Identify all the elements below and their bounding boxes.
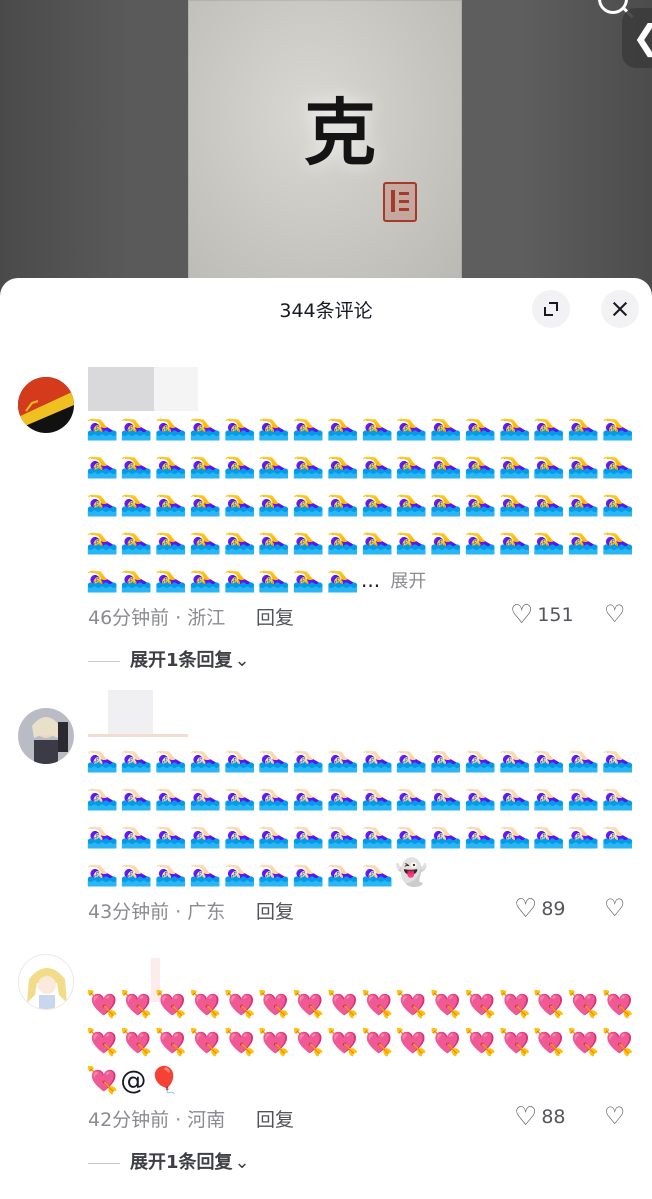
calligraphy-character: 克 [303,90,376,175]
reply-button[interactable]: 回复 [256,603,294,630]
expand-replies-label: 展开1条回复 [130,1152,233,1173]
heart-icon: ♡ [514,1102,538,1132]
comment-text-line: 🏊🏻‍♀️🏊🏻‍♀️🏊🏻‍♀️🏊🏻‍♀️🏊🏻‍♀️🏊🏻‍♀️🏊🏻‍♀️🏊🏻‍♀️… [86,858,430,888]
expand-replies-button[interactable]: 展开1条回复 ⌄ [88,646,250,672]
like-count: 88 [541,1106,566,1128]
like-count: 151 [537,604,574,626]
comment-text-line: 🏊🏻‍♀️🏊🏻‍♀️🏊🏻‍♀️🏊🏻‍♀️🏊🏻‍♀️🏊🏻‍♀️🏊🏻‍♀️🏊🏻‍♀️… [86,744,636,774]
comment-time-location: 43分钟前 · 广东 [88,901,226,923]
comment-time-location: 46分钟前 · 浙江 [88,607,226,629]
comment-time-location: 42分钟前 · 河南 [88,1109,226,1131]
expand-replies-label: 展开1条回复 [130,650,233,671]
comment-text-line: 🏊‍♀️🏊‍♀️🏊‍♀️🏊‍♀️🏊‍♀️🏊‍♀️🏊‍♀️🏊‍♀️🏊‍♀️🏊‍♀️… [86,526,636,556]
like-button[interactable]: ♡ 89 [514,894,566,924]
chevron-down-icon: ⌄ [234,1152,250,1173]
broken-heart-icon[interactable]: ♡ [604,894,626,922]
comment-text-line: 💘@🎈 [86,1066,183,1096]
heart-icon: ♡ [510,600,534,630]
comment-text-line: 🏊🏻‍♀️🏊🏻‍♀️🏊🏻‍♀️🏊🏻‍♀️🏊🏻‍♀️🏊🏻‍♀️🏊🏻‍♀️🏊🏻‍♀️… [86,782,636,812]
chevron-down-icon: ⌄ [234,650,250,671]
expand-text-link[interactable]: 展开 [390,571,426,592]
comment-text-line: 🏊🏻‍♀️🏊🏻‍♀️🏊🏻‍♀️🏊🏻‍♀️🏊🏻‍♀️🏊🏻‍♀️🏊🏻‍♀️🏊🏻‍♀️… [86,820,636,850]
comment-text-line: 🏊‍♀️🏊‍♀️🏊‍♀️🏊‍♀️🏊‍♀️🏊‍♀️🏊‍♀️🏊‍♀️... 展开 [86,562,426,599]
comment-text-line: 🏊‍♀️🏊‍♀️🏊‍♀️🏊‍♀️🏊‍♀️🏊‍♀️🏊‍♀️🏊‍♀️🏊‍♀️🏊‍♀️… [86,488,636,518]
like-button[interactable]: ♡ 151 [510,600,574,630]
comment-text-line: 💘💘💘💘💘💘💘💘💘💘💘💘💘💘💘💘 [86,990,636,1020]
avatar[interactable] [18,954,74,1010]
reply-button[interactable]: 回复 [256,1105,294,1132]
avatar[interactable] [18,708,74,764]
chevron-left-icon[interactable]: ❮ [622,8,652,68]
comment-text-line: 🏊‍♀️🏊‍♀️🏊‍♀️🏊‍♀️🏊‍♀️🏊‍♀️🏊‍♀️🏊‍♀️🏊‍♀️🏊‍♀️… [86,412,636,442]
heart-icon: ♡ [514,894,538,924]
username-blurred[interactable] [88,367,198,411]
close-icon[interactable] [601,290,639,328]
red-seal-stamp [383,182,417,222]
comment-text-line: 💘💘💘💘💘💘💘💘💘💘💘💘💘💘💘💘 [86,1028,636,1058]
broken-heart-icon[interactable]: ♡ [604,600,626,628]
video-player[interactable]: 克 ❮ [0,0,652,300]
comment-text-line: 🏊‍♀️🏊‍♀️🏊‍♀️🏊‍♀️🏊‍♀️🏊‍♀️🏊‍♀️🏊‍♀️🏊‍♀️🏊‍♀️… [86,450,636,480]
broken-heart-icon[interactable]: ♡ [604,1102,626,1130]
comment-text-tail: 🏊‍♀️🏊‍♀️🏊‍♀️🏊‍♀️🏊‍♀️🏊‍♀️🏊‍♀️🏊‍♀️ [86,564,361,594]
expand-icon[interactable] [532,290,570,328]
like-button[interactable]: ♡ 88 [514,1102,566,1132]
like-count: 89 [541,898,566,920]
search-icon[interactable] [598,0,628,14]
expand-replies-button[interactable]: 展开1条回复 ⌄ [88,1148,250,1174]
ellipsis: ... [360,568,381,592]
username-blurred[interactable] [88,690,188,737]
avatar[interactable] [18,377,74,433]
reply-button[interactable]: 回复 [256,897,294,924]
